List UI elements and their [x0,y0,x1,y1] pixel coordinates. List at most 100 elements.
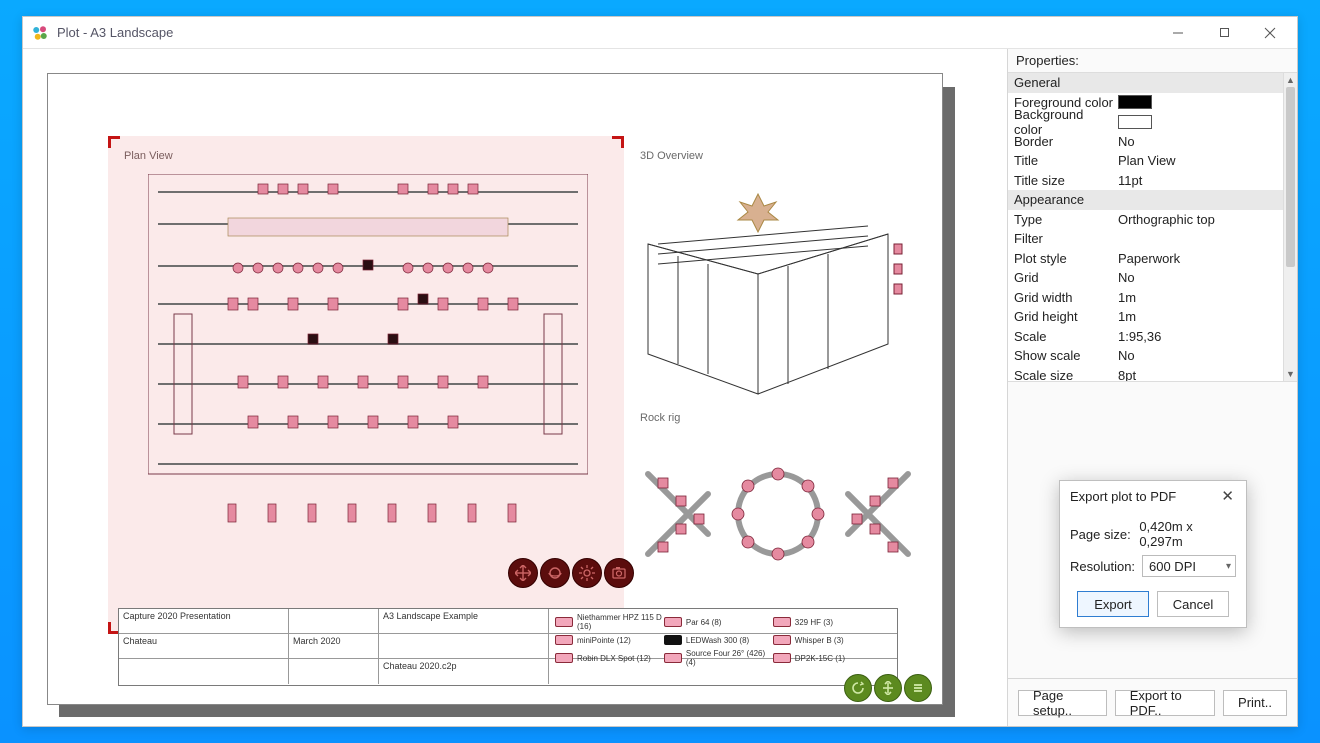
property-row[interactable]: Appearance [1008,190,1283,210]
minimize-button[interactable] [1155,18,1201,48]
property-value[interactable]: Paperwork [1114,251,1283,266]
view-toolbar [508,558,634,588]
property-label: Plot style [1008,251,1114,266]
legend-label: Par 64 (8) [686,618,722,627]
paper: Plan View 3D Overview Rock rig [47,73,943,705]
property-row[interactable]: Background color [1008,112,1283,132]
export-pdf-button[interactable]: Export to PDF.. [1115,690,1215,716]
property-row[interactable]: Filter [1008,229,1283,249]
export-dialog: Export plot to PDF ✕ Page size: 0,420m x… [1059,480,1247,628]
overview-graphic [638,174,918,414]
scroll-up-icon[interactable]: ▲ [1284,73,1297,87]
menu-button[interactable] [904,674,932,702]
property-row[interactable]: Grid height1m [1008,307,1283,327]
title-block: Capture 2020 Presentation A3 Landscape E… [118,608,898,686]
property-label: Appearance [1008,192,1114,207]
plan-view-title: Plan View [124,150,173,162]
dialog-title: Export plot to PDF [1070,489,1176,504]
legend-label: Whisper B (3) [795,636,844,645]
selection-handle[interactable] [108,136,122,150]
legend-item: Par 64 (8) [664,611,773,633]
property-value[interactable]: No [1114,134,1283,149]
properties-scrollbar[interactable]: ▲ ▼ [1283,73,1297,381]
property-label: Grid width [1008,290,1114,305]
resolution-combobox[interactable]: 600 DPI ▾ [1142,555,1236,577]
color-swatch[interactable] [1118,115,1152,129]
legend-swatch [555,635,573,645]
resolution-value: 600 DPI [1149,559,1196,574]
property-value[interactable] [1114,115,1283,129]
refresh-button[interactable] [844,674,872,702]
legend-swatch [555,653,573,663]
property-row[interactable]: Scale size8pt [1008,366,1283,383]
app-window: Plot - A3 Landscape [22,16,1298,727]
property-row[interactable]: Title size11pt [1008,171,1283,191]
property-row[interactable]: General [1008,73,1283,93]
property-value[interactable]: No [1114,270,1283,285]
settings-tool-button[interactable] [572,558,602,588]
property-label: General [1008,75,1114,90]
property-row[interactable]: BorderNo [1008,132,1283,152]
properties-grid[interactable]: GeneralForeground colorBackground colorB… [1008,72,1297,382]
print-button[interactable]: Print.. [1223,690,1287,716]
scroll-down-icon[interactable]: ▼ [1284,367,1297,381]
snapshot-tool-button[interactable] [604,558,634,588]
legend-swatch [773,617,791,627]
chevron-down-icon: ▾ [1226,561,1231,572]
legend-item: LEDWash 300 (8) [664,633,773,647]
property-value[interactable]: 1m [1114,290,1283,305]
property-row[interactable]: TypeOrthographic top [1008,210,1283,230]
legend-item: Niethammer HPZ 115 D (16) [555,611,664,633]
property-value[interactable]: 1m [1114,309,1283,324]
titlebar: Plot - A3 Landscape [23,17,1297,49]
property-value[interactable]: No [1114,348,1283,363]
property-label: Scale size [1008,368,1114,382]
property-row[interactable]: Grid width1m [1008,288,1283,308]
color-swatch[interactable] [1118,95,1152,109]
legend-item: Source Four 26° (426) (4) [664,647,773,669]
legend-label: miniPointe (12) [577,636,631,645]
property-row[interactable]: Plot stylePaperwork [1008,249,1283,269]
property-label: Show scale [1008,348,1114,363]
legend-swatch [555,617,573,627]
plan-view-graphic [148,174,588,534]
legend-swatch [664,653,682,663]
property-value[interactable]: 11pt [1114,173,1283,188]
legend-label: DP2K-15C (1) [795,654,845,663]
property-label: Title size [1008,173,1114,188]
legend-label: Source Four 26° (426) (4) [686,649,773,667]
dialog-close-button[interactable]: ✕ [1219,487,1236,505]
property-row[interactable]: GridNo [1008,268,1283,288]
rockrig-graphic [638,434,918,594]
fit-button[interactable] [874,674,902,702]
move-tool-button[interactable] [508,558,538,588]
tb-date: March 2020 [289,634,379,658]
legend-swatch [773,653,791,663]
tb-file: Chateau 2020.c2p [379,659,549,684]
dialog-export-button[interactable]: Export [1077,591,1149,617]
selection-handle[interactable] [610,136,624,150]
close-button[interactable] [1247,18,1293,48]
window-controls [1155,18,1293,48]
maximize-button[interactable] [1201,18,1247,48]
orbit-tool-button[interactable] [540,558,570,588]
legend-label: Niethammer HPZ 115 D (16) [577,613,664,631]
property-value[interactable]: Orthographic top [1114,212,1283,227]
page-setup-button[interactable]: Page setup.. [1018,690,1107,716]
property-value[interactable]: 1:95,36 [1114,329,1283,344]
action-bar: Page setup.. Export to PDF.. Print.. [1008,678,1297,726]
dialog-cancel-button[interactable]: Cancel [1157,591,1229,617]
property-row[interactable]: Scale1:95,36 [1008,327,1283,347]
property-value[interactable] [1114,95,1283,109]
window-title: Plot - A3 Landscape [57,25,1155,40]
property-row[interactable]: TitlePlan View [1008,151,1283,171]
legend-item: miniPointe (12) [555,633,664,647]
property-value[interactable]: 8pt [1114,368,1283,382]
property-value[interactable]: Plan View [1114,153,1283,168]
page-size-label: Page size: [1070,527,1139,542]
property-row[interactable]: Show scaleNo [1008,346,1283,366]
plot-preview-area[interactable]: Plan View 3D Overview Rock rig [23,49,1007,726]
scroll-thumb[interactable] [1286,87,1295,267]
paper-toolbar [844,674,932,702]
property-label: Background color [1008,107,1114,137]
